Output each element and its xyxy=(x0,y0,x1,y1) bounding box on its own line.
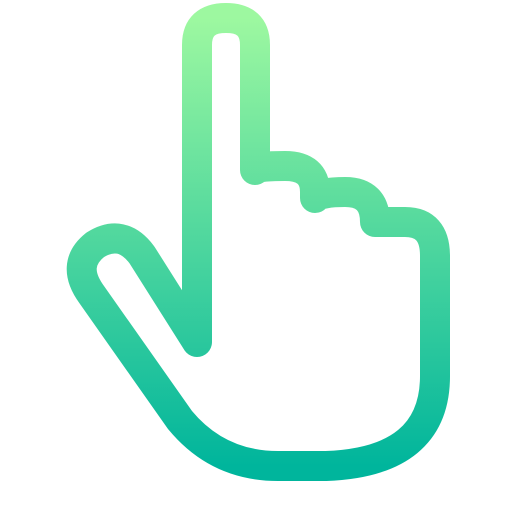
icon-canvas xyxy=(0,0,512,512)
pointing-hand-icon xyxy=(66,3,450,481)
